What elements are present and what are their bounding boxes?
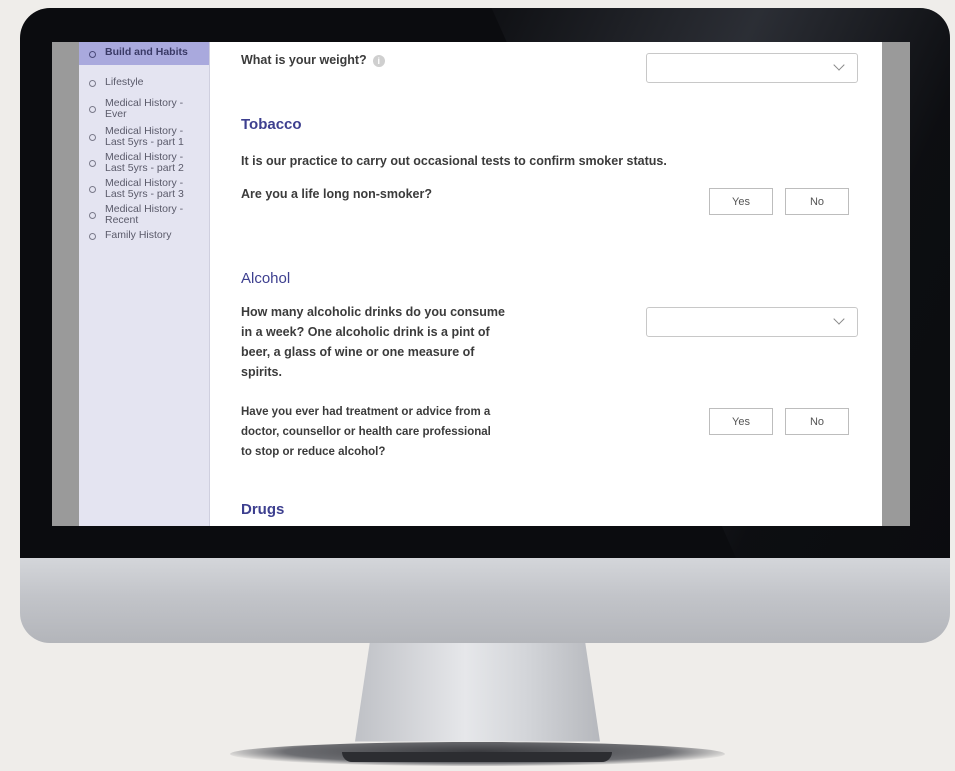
sidebar-item-label: Medical History - Last 5yrs - part 3 <box>105 177 184 200</box>
bullet-icon <box>89 79 96 87</box>
sidebar-item-label: Medical History - Ever <box>105 97 184 120</box>
drugs-heading: Drugs <box>241 501 285 518</box>
alcohol-treatment-question: Have you ever had treatment or advice fr… <box>241 406 491 458</box>
monitor-screen: Build and Habits Lifestyle Medical Histo… <box>52 42 910 526</box>
tobacco-heading: Tobacco <box>241 116 302 133</box>
monitor-stand <box>355 643 600 742</box>
sidebar-item-label: Build and Habits <box>105 46 188 58</box>
non-smoker-yes-button[interactable]: Yes <box>709 188 773 215</box>
chevron-down-icon <box>833 313 845 325</box>
form-content: What is your weight? i Tobacco It is our … <box>210 42 882 526</box>
sidebar-nav: Build and Habits Lifestyle Medical Histo… <box>79 42 210 526</box>
bullet-icon <box>89 186 96 193</box>
monitor-chin <box>20 558 950 643</box>
sidebar-item-label: Family History <box>105 229 172 241</box>
sidebar-item-family-history[interactable]: Family History <box>79 228 209 243</box>
weight-select[interactable] <box>646 53 858 83</box>
bullet-icon <box>89 232 96 240</box>
alcohol-treatment-yes-button[interactable]: Yes <box>709 408 773 435</box>
non-smoker-question: Are you a life long non-smoker? <box>241 187 432 201</box>
chevron-down-icon <box>833 59 845 71</box>
info-icon[interactable]: i <box>372 54 385 67</box>
smoker-test-note: It is our practice to carry out occasion… <box>241 154 667 168</box>
sidebar-item-label: Medical History - Last 5yrs - part 1 <box>105 125 184 148</box>
sidebar-item-medical-history-part1[interactable]: Medical History - Last 5yrs - part 1 <box>79 124 209 150</box>
alcohol-drinks-select[interactable] <box>646 307 858 337</box>
sidebar-item-medical-history-part2[interactable]: Medical History - Last 5yrs - part 2 <box>79 150 209 176</box>
non-smoker-no-button[interactable]: No <box>785 188 849 215</box>
weight-question: What is your weight? i <box>241 50 385 70</box>
alcohol-treatment-no-button[interactable]: No <box>785 408 849 435</box>
bullet-icon <box>89 50 96 58</box>
bullet-icon <box>89 212 96 219</box>
bullet-icon <box>89 106 96 113</box>
monitor-stand-base <box>342 752 612 762</box>
alcohol-drinks-question: How many alcoholic drinks do you consume… <box>241 305 505 379</box>
bullet-icon <box>89 134 96 141</box>
sidebar-item-medical-history-part3[interactable]: Medical History - Last 5yrs - part 3 <box>79 176 209 202</box>
sidebar-item-label: Lifestyle <box>105 76 144 88</box>
sidebar-item-medical-history-recent[interactable]: Medical History - Recent <box>79 202 209 228</box>
alcohol-heading: Alcohol <box>241 270 291 287</box>
bullet-icon <box>89 160 96 167</box>
sidebar-item-label: Medical History - Recent <box>105 203 184 226</box>
sidebar-item-label: Medical History - Last 5yrs - part 2 <box>105 151 184 174</box>
sidebar-item-medical-history-ever[interactable]: Medical History - Ever <box>79 96 209 122</box>
sidebar-item-lifestyle[interactable]: Lifestyle <box>79 75 209 90</box>
sidebar-item-build-and-habits[interactable]: Build and Habits <box>79 42 209 65</box>
